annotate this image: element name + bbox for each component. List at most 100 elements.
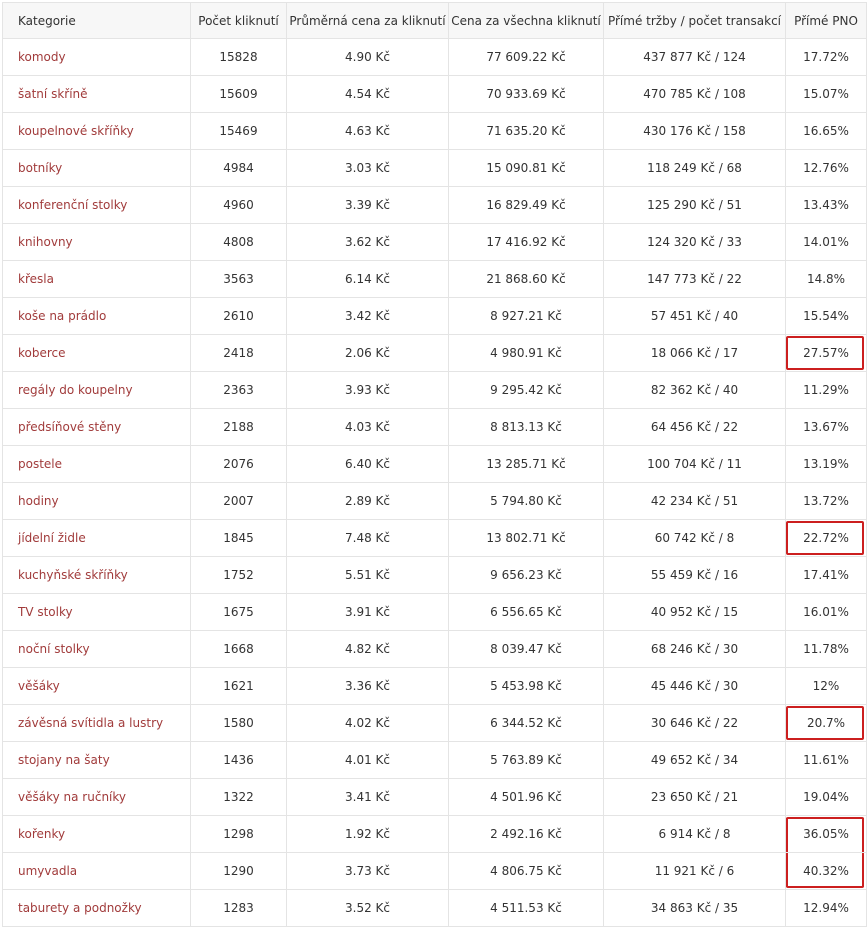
cell-total-cost: 9 295.42 Kč — [448, 371, 604, 409]
cell-avg-cpc: 4.63 Kč — [286, 112, 449, 150]
table-header: Kategorie Počet kliknutí Průměrná cena z… — [2, 2, 867, 39]
pno-value: 22.72% — [803, 531, 849, 545]
pno-value: 19.04% — [803, 790, 849, 804]
pno-value: 11.29% — [803, 383, 849, 397]
category-link[interactable]: koupelnové skříňky — [18, 124, 134, 138]
cell-total-cost: 5 763.89 Kč — [448, 741, 604, 779]
pno-value: 13.19% — [803, 457, 849, 471]
cell-category: konferenční stolky — [2, 186, 191, 224]
cell-category: noční stolky — [2, 630, 191, 668]
table-row: noční stolky 1668 4.82 Kč 8 039.47 Kč 68 246… — [2, 630, 867, 668]
column-header-avg-cpc[interactable]: Průměrná cena za kliknutí — [286, 2, 449, 39]
category-link[interactable]: šatní skříně — [18, 87, 88, 101]
category-link[interactable]: umyvadla — [18, 864, 77, 878]
cell-clicks: 1668 — [190, 630, 287, 668]
category-link[interactable]: věšáky — [18, 679, 60, 693]
cell-clicks: 1752 — [190, 556, 287, 594]
cell-category: komody — [2, 38, 191, 76]
cell-avg-cpc: 4.82 Kč — [286, 630, 449, 668]
cell-clicks: 2007 — [190, 482, 287, 520]
category-link[interactable]: stojany na šaty — [18, 753, 110, 767]
category-link[interactable]: taburety a podnožky — [18, 901, 142, 915]
cell-revenue-transactions: 82 362 Kč / 40 — [603, 371, 786, 409]
category-link[interactable]: koberce — [18, 346, 66, 360]
table-row: regály do koupelny 2363 3.93 Kč 9 295.42 Kč… — [2, 371, 867, 409]
table-row: taburety a podnožky 1283 3.52 Kč 4 511.53 K… — [2, 889, 867, 927]
cell-avg-cpc: 4.01 Kč — [286, 741, 449, 779]
pno-value: 14.8% — [806, 272, 846, 286]
category-link[interactable]: konferenční stolky — [18, 198, 127, 212]
column-header-category[interactable]: Kategorie — [2, 2, 191, 39]
cell-total-cost: 2 492.16 Kč — [448, 815, 604, 853]
cell-pno: 27.57% — [785, 334, 867, 372]
category-link[interactable]: noční stolky — [18, 642, 90, 656]
cell-revenue-transactions: 42 234 Kč / 51 — [603, 482, 786, 520]
cell-total-cost: 6 344.52 Kč — [448, 704, 604, 742]
cell-revenue-transactions: 57 451 Kč / 40 — [603, 297, 786, 335]
table-row: hodiny 2007 2.89 Kč 5 794.80 Kč 42 234 Kč / … — [2, 482, 867, 520]
category-link[interactable]: věšáky na ručníky — [18, 790, 126, 804]
cell-revenue-transactions: 430 176 Kč / 158 — [603, 112, 786, 150]
cell-pno: 16.01% — [785, 593, 867, 631]
table-row: koupelnové skříňky 15469 4.63 Kč 71 635.20 … — [2, 112, 867, 150]
cell-clicks: 15469 — [190, 112, 287, 150]
cell-revenue-transactions: 125 290 Kč / 51 — [603, 186, 786, 224]
cell-avg-cpc: 3.41 Kč — [286, 778, 449, 816]
cell-total-cost: 4 501.96 Kč — [448, 778, 604, 816]
column-header-total-cost[interactable]: Cena za všechna kliknutí — [448, 2, 604, 39]
category-link[interactable]: závěsná svítidla a lustry — [18, 716, 163, 730]
category-link[interactable]: předsíňové stěny — [18, 420, 121, 434]
category-link[interactable]: komody — [18, 50, 66, 64]
cell-total-cost: 16 829.49 Kč — [448, 186, 604, 224]
column-header-clicks[interactable]: Počet kliknutí — [190, 2, 287, 39]
cell-category: šatní skříně — [2, 75, 191, 113]
cell-revenue-transactions: 124 320 Kč / 33 — [603, 223, 786, 261]
cell-revenue-transactions: 30 646 Kč / 22 — [603, 704, 786, 742]
category-link[interactable]: regály do koupelny — [18, 383, 133, 397]
cell-revenue-transactions: 118 249 Kč / 68 — [603, 149, 786, 187]
category-link[interactable]: jídelní židle — [18, 531, 86, 545]
cell-revenue-transactions: 45 446 Kč / 30 — [603, 667, 786, 705]
cell-clicks: 2418 — [190, 334, 287, 372]
cell-pno: 12% — [785, 667, 867, 705]
column-header-revenue-transactions[interactable]: Přímé tržby / počet transakcí — [603, 2, 786, 39]
cell-total-cost: 4 511.53 Kč — [448, 889, 604, 927]
cell-category: postele — [2, 445, 191, 483]
cell-avg-cpc: 3.39 Kč — [286, 186, 449, 224]
category-link[interactable]: kuchyňské skříňky — [18, 568, 128, 582]
category-link[interactable]: hodiny — [18, 494, 59, 508]
table-row: koše na prádlo 2610 3.42 Kč 8 927.21 Kč 57 4… — [2, 297, 867, 335]
cell-revenue-transactions: 34 863 Kč / 35 — [603, 889, 786, 927]
pno-value: 11.78% — [803, 642, 849, 656]
column-header-pno[interactable]: Přímé PNO — [785, 2, 867, 39]
cell-avg-cpc: 3.93 Kč — [286, 371, 449, 409]
table-row: stojany na šaty 1436 4.01 Kč 5 763.89 Kč 49 … — [2, 741, 867, 779]
cell-total-cost: 8 927.21 Kč — [448, 297, 604, 335]
category-link[interactable]: kořenky — [18, 827, 65, 841]
cell-category: kořenky — [2, 815, 191, 853]
category-link[interactable]: postele — [18, 457, 62, 471]
cell-total-cost: 71 635.20 Kč — [448, 112, 604, 150]
category-link[interactable]: křesla — [18, 272, 54, 286]
cell-avg-cpc: 2.89 Kč — [286, 482, 449, 520]
category-link[interactable]: TV stolky — [18, 605, 73, 619]
category-stats-table: Kategorie Počet kliknutí Průměrná cena z… — [2, 2, 867, 927]
category-link[interactable]: botníky — [18, 161, 62, 175]
cell-category: koberce — [2, 334, 191, 372]
cell-pno: 13.67% — [785, 408, 867, 446]
table-row: postele 2076 6.40 Kč 13 285.71 Kč 100 704 Kč… — [2, 445, 867, 483]
cell-revenue-transactions: 11 921 Kč / 6 — [603, 852, 786, 890]
cell-revenue-transactions: 68 246 Kč / 30 — [603, 630, 786, 668]
cell-total-cost: 4 980.91 Kč — [448, 334, 604, 372]
cell-pno: 22.72% — [785, 519, 867, 557]
category-link[interactable]: koše na prádlo — [18, 309, 106, 323]
cell-category: jídelní židle — [2, 519, 191, 557]
cell-revenue-transactions: 18 066 Kč / 17 — [603, 334, 786, 372]
cell-clicks: 1675 — [190, 593, 287, 631]
cell-clicks: 15828 — [190, 38, 287, 76]
pno-value: 40.32% — [803, 864, 849, 878]
cell-clicks: 1290 — [190, 852, 287, 890]
cell-avg-cpc: 3.73 Kč — [286, 852, 449, 890]
category-link[interactable]: knihovny — [18, 235, 73, 249]
table-row: botníky 4984 3.03 Kč 15 090.81 Kč 118 249 Kč… — [2, 149, 867, 187]
